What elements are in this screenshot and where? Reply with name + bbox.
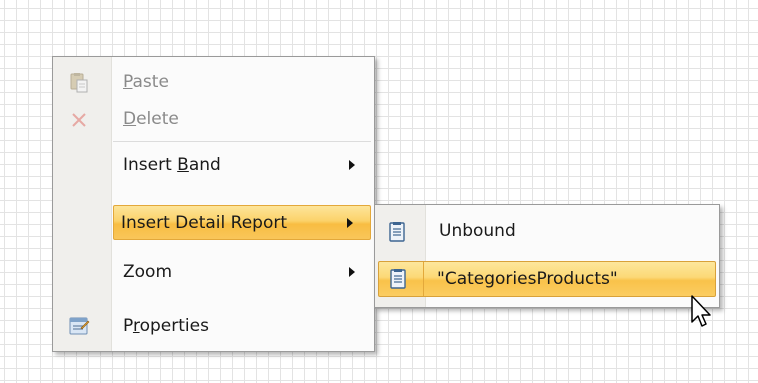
submenu-item-categoriesproducts-label: "CategoriesProducts" <box>437 269 618 289</box>
menu-item-delete[interactable]: Delete <box>56 102 371 137</box>
submenu-arrow-icon <box>347 218 353 228</box>
paste-icon <box>70 73 88 93</box>
menu-item-insert-band-label: Insert Band <box>123 155 221 175</box>
menu-item-paste[interactable]: Paste <box>56 65 371 100</box>
report-icon <box>389 222 405 242</box>
submenu-icon-divider <box>423 262 424 296</box>
menu-item-insert-detail-report-label: Insert Detail Report <box>121 213 287 233</box>
menu-separator <box>113 141 371 142</box>
menu-item-zoom[interactable]: Zoom <box>56 255 371 290</box>
menu-item-insert-detail-report[interactable]: Insert Detail Report <box>113 205 371 240</box>
properties-icon <box>69 317 90 335</box>
context-menu: Paste Delete Insert Band Insert Detail R… <box>52 56 375 352</box>
submenu-item-unbound[interactable]: Unbound <box>378 213 716 251</box>
mouse-cursor-icon <box>691 295 711 327</box>
submenu-arrow-icon <box>349 267 355 277</box>
menu-item-properties-label: Properties <box>123 316 209 336</box>
menu-item-insert-band[interactable]: Insert Band <box>56 148 371 183</box>
submenu-item-categoriesproducts[interactable]: "CategoriesProducts" <box>378 261 716 297</box>
menu-item-delete-label: Delete <box>123 109 179 129</box>
submenu-arrow-icon <box>349 160 355 170</box>
menu-item-paste-label: Paste <box>123 72 169 92</box>
menu-item-zoom-label: Zoom <box>123 262 173 282</box>
report-icon <box>390 269 406 289</box>
delete-icon <box>72 113 86 127</box>
menu-item-properties[interactable]: Properties <box>56 309 371 344</box>
submenu-item-unbound-label: Unbound <box>439 221 516 241</box>
detail-report-submenu: Unbound "CategoriesProducts" <box>374 204 720 308</box>
